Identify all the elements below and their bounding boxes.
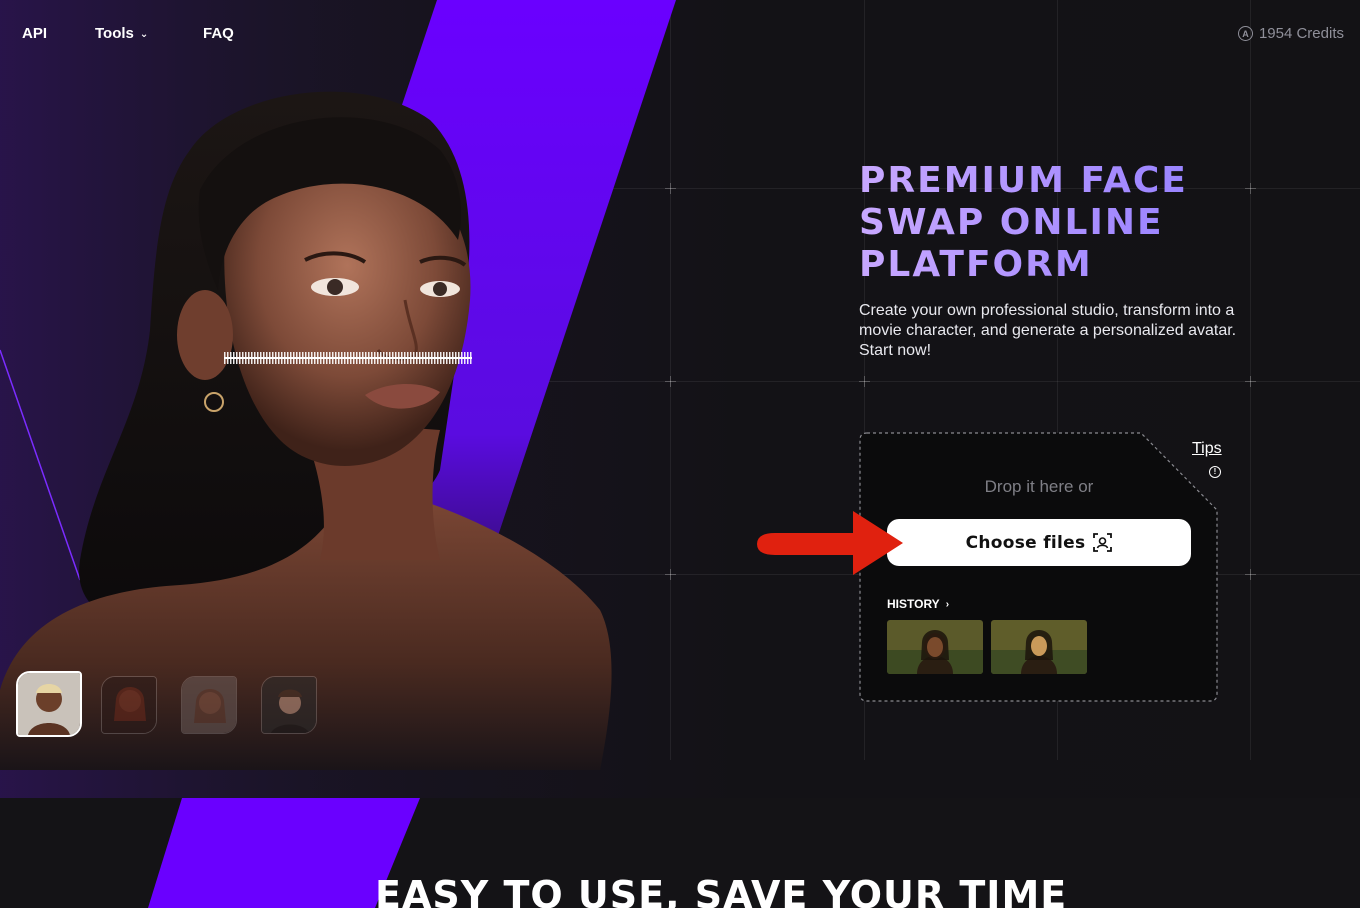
choose-files-button[interactable]: Choose files	[887, 519, 1191, 566]
avatar-thumb-2[interactable]	[101, 676, 157, 734]
tips-link[interactable]: Tips	[1192, 440, 1222, 458]
drop-hint: Drop it here or	[984, 477, 1094, 496]
chevron-down-icon: ⌄	[139, 29, 149, 40]
avatar-thumb-1[interactable]	[16, 671, 82, 737]
avatar-thumb-3[interactable]	[181, 676, 237, 734]
chevron-right-icon: ›	[945, 598, 950, 610]
credits-text: 1954 Credits	[1258, 25, 1344, 42]
choose-files-label: Choose files	[965, 532, 1086, 553]
history-image	[887, 620, 983, 674]
top-nav: API Tools ⌄ FAQ A 1954 Credits	[0, 0, 1360, 66]
nav-tools[interactable]: Tools ⌄	[95, 25, 148, 42]
headline-line-2: SWAP ONLINE	[859, 202, 1164, 243]
section-title: EASY TO USE, SAVE YOUR TIME	[375, 873, 1068, 908]
hero-subtitle: Create your own professional studio, tra…	[859, 302, 1237, 359]
face-scan-line	[224, 352, 472, 364]
history-thumb-2[interactable]	[991, 620, 1087, 674]
avatar-image	[102, 677, 156, 733]
avatar-image	[18, 673, 80, 735]
nav-tools-label: Tools	[95, 25, 134, 42]
headline-line-3: PLATFORM	[859, 244, 1093, 285]
red-arrow-annotation	[757, 511, 903, 575]
credits-display[interactable]: A 1954 Credits	[1237, 25, 1344, 42]
avatar-thumb-4[interactable]	[261, 676, 317, 734]
face-scan-icon	[1093, 533, 1113, 552]
history-image	[991, 620, 1087, 674]
history-label: HISTORY	[887, 597, 940, 611]
nav-faq[interactable]: FAQ	[203, 25, 234, 42]
nav-api[interactable]: API	[22, 25, 47, 42]
history-thumb-1[interactable]	[887, 620, 983, 674]
history-link[interactable]: HISTORY ›	[887, 597, 949, 611]
page-title: PREMIUM FACE SWAP ONLINE PLATFORM	[859, 160, 1279, 286]
credits-icon: A	[1237, 26, 1253, 41]
portrait-image	[0, 91, 612, 770]
avatar-image	[182, 677, 236, 733]
avatar-image	[262, 677, 316, 733]
headline-line-1: PREMIUM FACE	[859, 160, 1188, 201]
